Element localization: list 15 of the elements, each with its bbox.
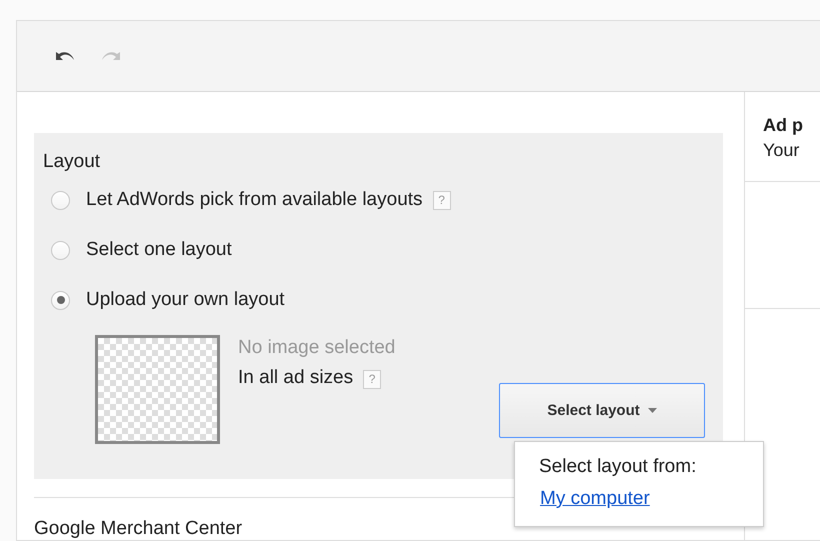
panel-title: Ad p [763,115,804,136]
section-title: Layout [43,151,102,173]
radio-label[interactable]: Select one layout [86,239,232,261]
radio-button[interactable] [51,190,70,210]
panel-text: Your [763,140,800,161]
radio-label[interactable]: Upload your own layout [86,289,285,311]
radio-button[interactable] [51,240,70,260]
select-layout-button[interactable]: Select layout [499,383,705,438]
menu-title: Select layout from: [539,456,698,478]
menu-link[interactable]: My computer [540,488,650,510]
sizes-text: In all ad sizes [238,367,354,388]
status-text: No image selected [238,337,396,359]
caret-icon [648,408,657,413]
radio-label[interactable]: Let AdWords pick from available layouts [86,189,423,211]
radio-button[interactable] [51,290,70,310]
